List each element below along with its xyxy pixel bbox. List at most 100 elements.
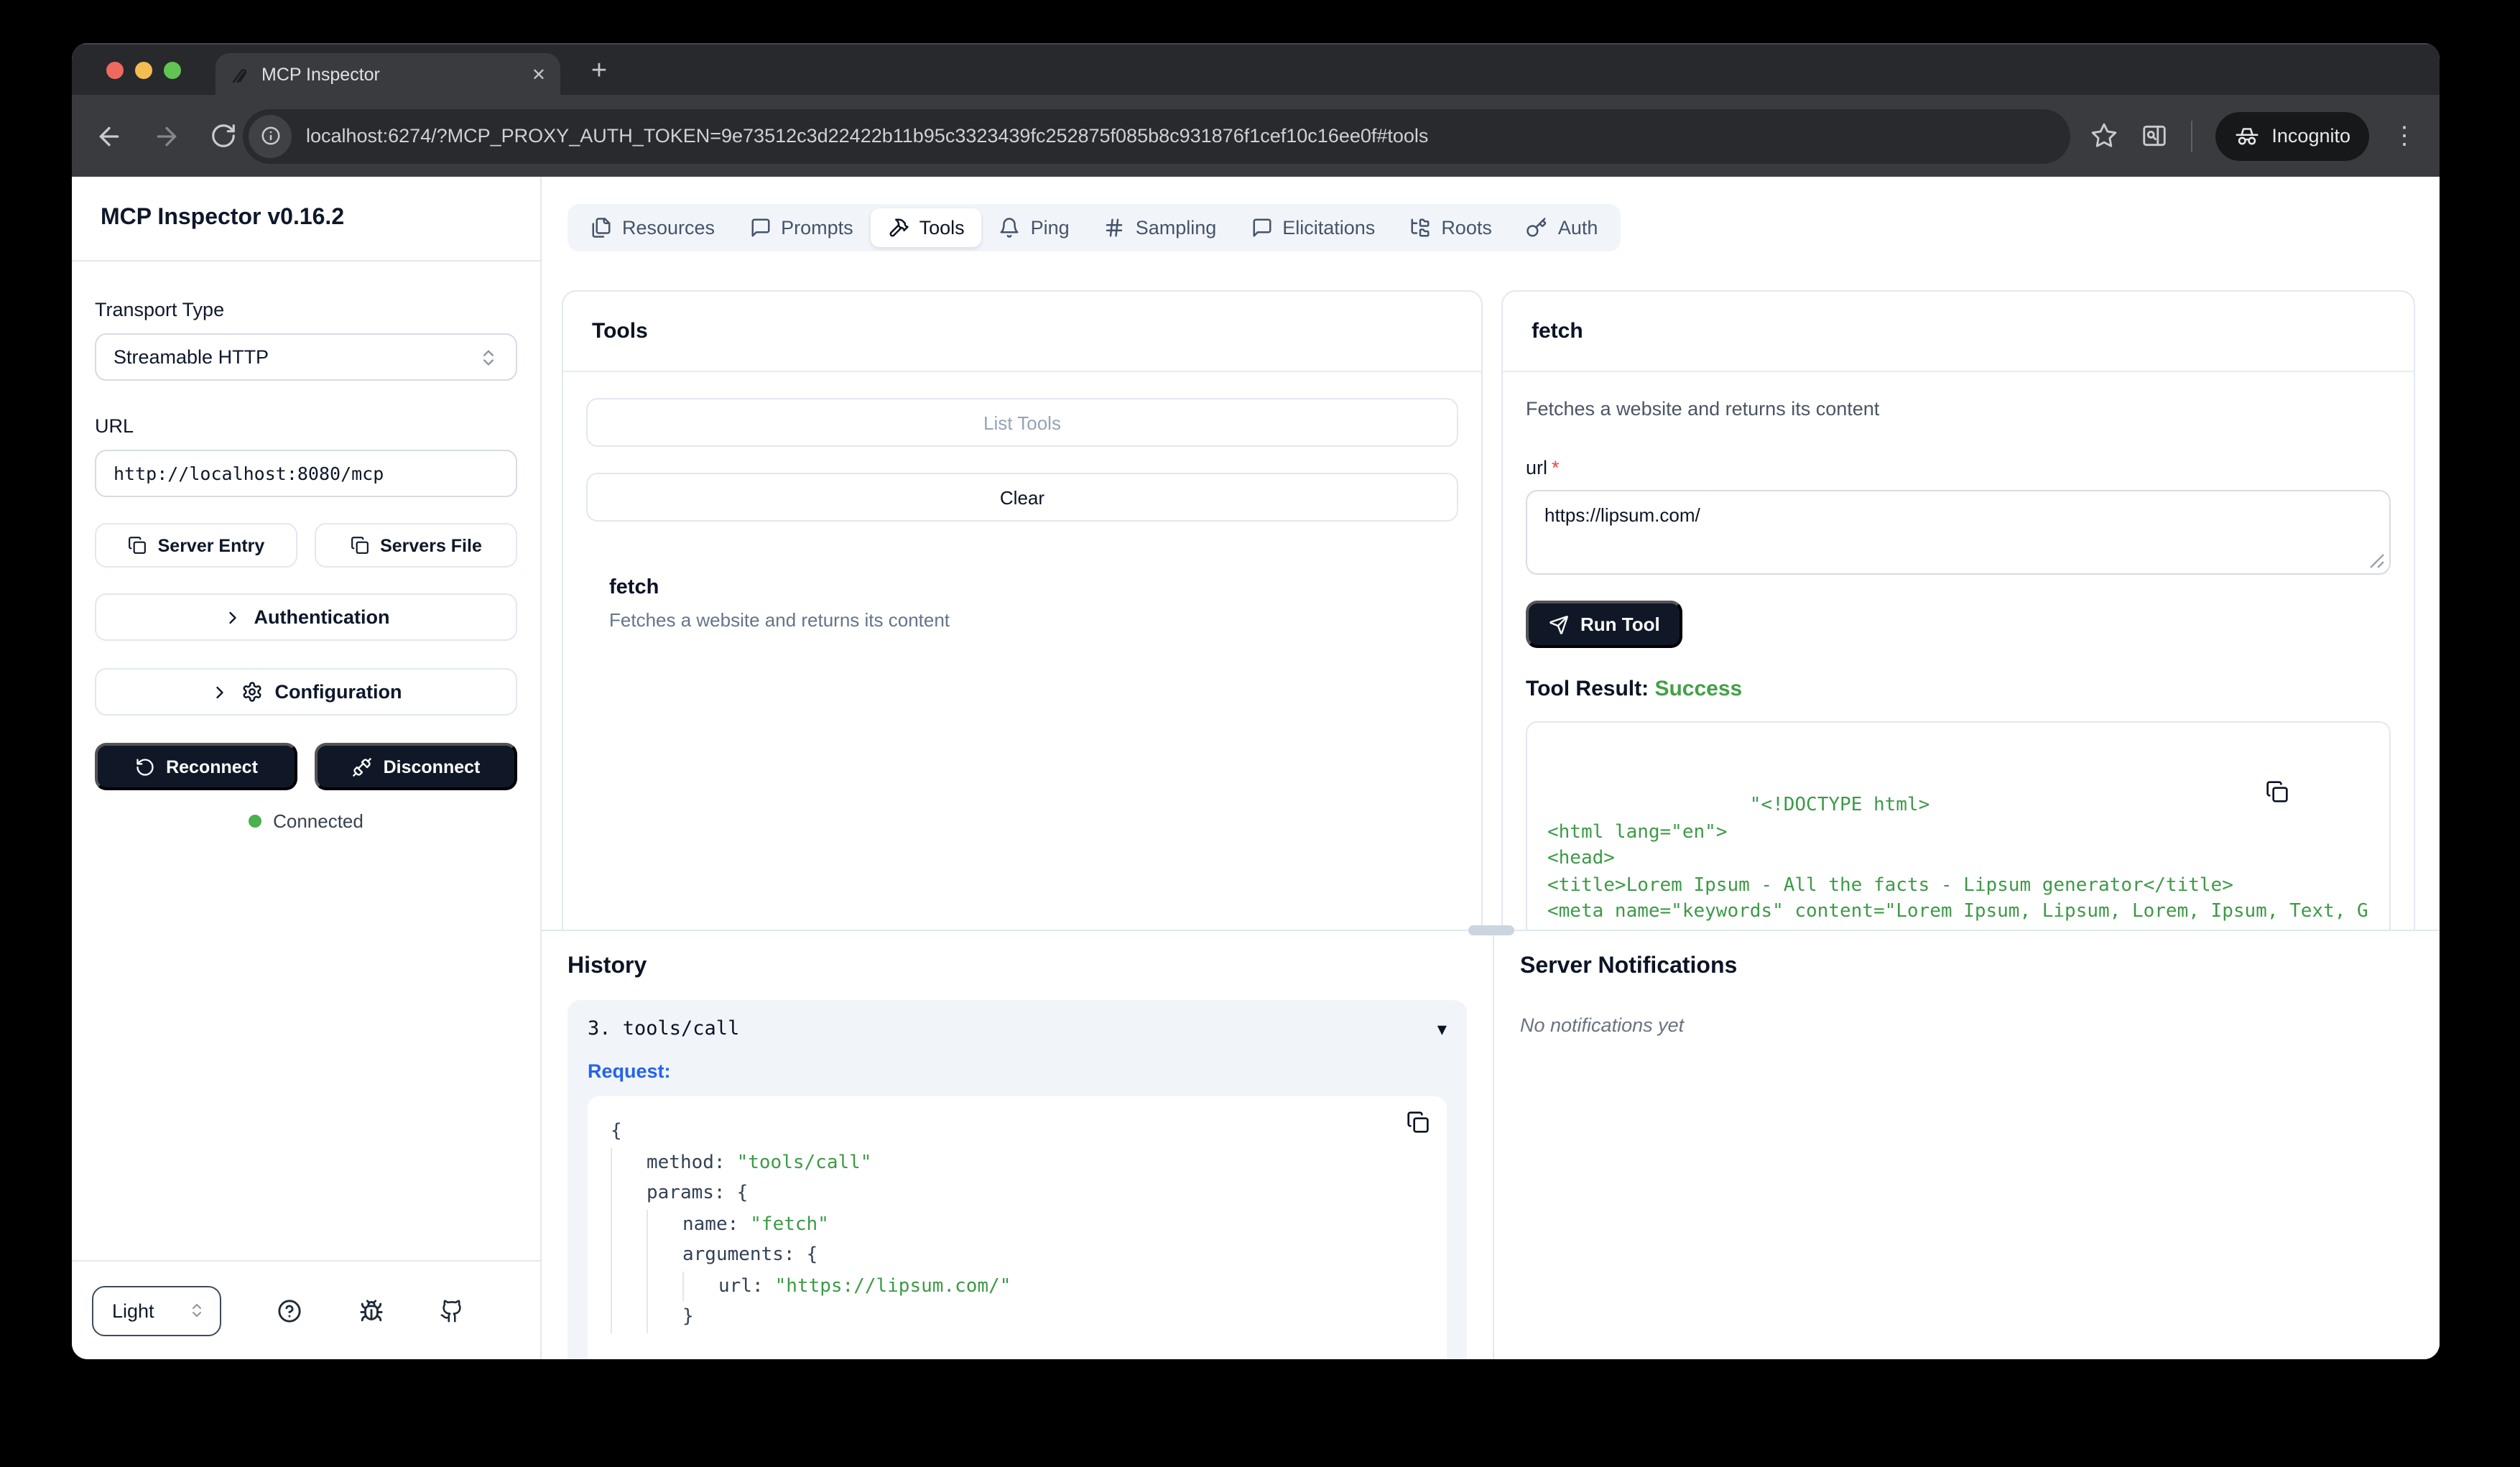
tab-close-icon[interactable]: ✕ [532,64,546,84]
hash-icon [1104,217,1126,239]
bug-icon[interactable] [358,1298,383,1323]
json-key: url: [718,1271,764,1302]
tab-sampling[interactable]: Sampling [1087,204,1234,251]
tool-name: fetch [609,576,1435,599]
history-entry-header[interactable]: 3. tools/call ▼ [588,1017,1447,1040]
json-key: name: [682,1209,738,1240]
address-bar[interactable]: localhost:6274/?MCP_PROXY_AUTH_TOKEN=9e7… [243,108,2070,163]
url-text: localhost:6274/?MCP_PROXY_AUTH_TOKEN=9e7… [306,125,1428,147]
tab-label: Resources [622,217,715,239]
theme-value: Light [112,1300,154,1321]
tab-tools[interactable]: Tools [871,208,982,247]
servers-file-button[interactable]: Servers File [315,523,517,568]
indent-guide [611,1209,647,1240]
chevron-right-icon [210,682,231,702]
run-tool-button[interactable]: Run Tool [1526,601,1683,648]
app-content: MCP Inspector v0.16.2 Transport Type Str… [72,177,2440,1359]
copy-icon [1407,1111,1430,1134]
close-window-button[interactable] [106,62,124,79]
bookmark-star-icon[interactable] [2090,122,2118,149]
sidebar-footer: Light [72,1260,540,1359]
github-icon[interactable] [440,1298,464,1323]
browser-tab[interactable]: MCP Inspector ✕ [216,53,560,95]
tool-result-label: Tool Result: [1526,677,1649,701]
json-value: "tools/call" [737,1147,872,1178]
authentication-toggle[interactable]: Authentication [95,593,517,641]
url-param-textarea[interactable]: https://lipsum.com/ [1526,490,2391,575]
tool-list-item[interactable]: fetch Fetches a website and returns its … [586,576,1458,631]
configuration-label: Configuration [275,681,402,703]
top-region: Resources Prompts Tools Ping [542,177,2440,930]
transport-type-select[interactable]: Streamable HTTP [95,333,517,381]
bell-icon [999,217,1021,239]
transport-type-value: Streamable HTTP [114,346,269,368]
reconnect-button[interactable]: Reconnect [95,743,297,790]
tab-auth[interactable]: Auth [1509,204,1616,251]
server-url-input[interactable]: http://localhost:8080/mcp [95,450,517,497]
url-param-label: url [1526,457,1547,478]
url-param-value: https://lipsum.com/ [1544,504,1700,526]
tab-elicitations[interactable]: Elicitations [1233,204,1392,251]
request-json-block[interactable]: { method:"tools/call" params:{ name:"fet… [588,1096,1447,1359]
indent-guide [647,1209,682,1240]
run-tool-label: Run Tool [1580,614,1660,635]
forward-icon[interactable] [152,121,181,150]
help-icon[interactable] [278,1298,302,1323]
chevrons-up-down-icon [478,347,499,367]
tab-roots[interactable]: Roots [1392,204,1509,251]
copy-request-button[interactable] [1407,1111,1430,1134]
tab-label: Tools [919,217,965,239]
authentication-label: Authentication [254,606,390,628]
key-icon [1527,217,1548,239]
desktop: MCP Inspector ✕ + localhost:6274/?MCP_PR… [0,0,2520,1467]
message-square-icon [1251,217,1272,239]
folder-tree-icon [1409,217,1431,239]
browser-toolbar: localhost:6274/?MCP_PROXY_AUTH_TOKEN=9e7… [72,95,2440,177]
gear-icon [242,681,264,703]
tab-ping[interactable]: Ping [982,204,1087,251]
json-brace: { [807,1240,818,1271]
rotate-ccw-icon [134,756,154,777]
history-panel: History 3. tools/call ▼ Request: [542,931,1494,1359]
connected-dot-icon [249,815,261,828]
indent-guide [611,1271,647,1302]
clear-tools-button[interactable]: Clear [586,473,1458,522]
tool-result-output[interactable]: "<!DOCTYPE html> <html lang="en"> <head>… [1526,721,2391,930]
copy-result-button[interactable] [2266,737,2372,846]
pane-resize-handle[interactable] [1468,925,1514,935]
indent-guide [611,1178,647,1209]
indent-guide [647,1240,682,1271]
server-url-value: http://localhost:8080/mcp [114,463,384,484]
tab-resources[interactable]: Resources [573,204,732,251]
zoom-window-button[interactable] [164,62,181,79]
new-tab-button[interactable]: + [580,53,618,91]
server-entry-button[interactable]: Server Entry [95,523,297,568]
history-entry-label: 3. tools/call [588,1017,739,1040]
reload-icon[interactable] [210,122,237,149]
resize-handle-icon[interactable] [2369,553,2385,569]
app-title: MCP Inspector v0.16.2 [72,177,540,262]
configuration-toggle[interactable]: Configuration [95,668,517,716]
tools-list-panel: Tools List Tools Clear fetch Fetches a w… [562,290,1483,930]
toolbar-right: Incognito ⋮ [2090,111,2417,160]
side-panel-search-icon[interactable] [2141,122,2168,149]
json-key: params: [647,1178,726,1209]
collapse-icon[interactable]: ▼ [1437,1019,1447,1038]
disconnect-label: Disconnect [384,756,481,777]
site-info-icon[interactable] [249,114,292,157]
json-key: method: [647,1147,726,1178]
copy-icon [350,536,369,555]
theme-select[interactable]: Light [92,1285,221,1336]
reconnect-label: Reconnect [166,756,258,777]
tab-label: Prompts [781,217,853,239]
list-tools-button[interactable]: List Tools [586,398,1458,447]
back-icon[interactable] [95,121,124,150]
tab-label: Elicitations [1282,217,1375,239]
browser-menu-icon[interactable]: ⋮ [2392,121,2417,150]
minimize-window-button[interactable] [135,62,152,79]
chevron-right-icon [223,607,243,627]
tab-prompts[interactable]: Prompts [732,204,871,251]
transport-type-label: Transport Type [95,299,517,320]
incognito-icon [2234,123,2260,149]
disconnect-button[interactable]: Disconnect [315,743,517,790]
